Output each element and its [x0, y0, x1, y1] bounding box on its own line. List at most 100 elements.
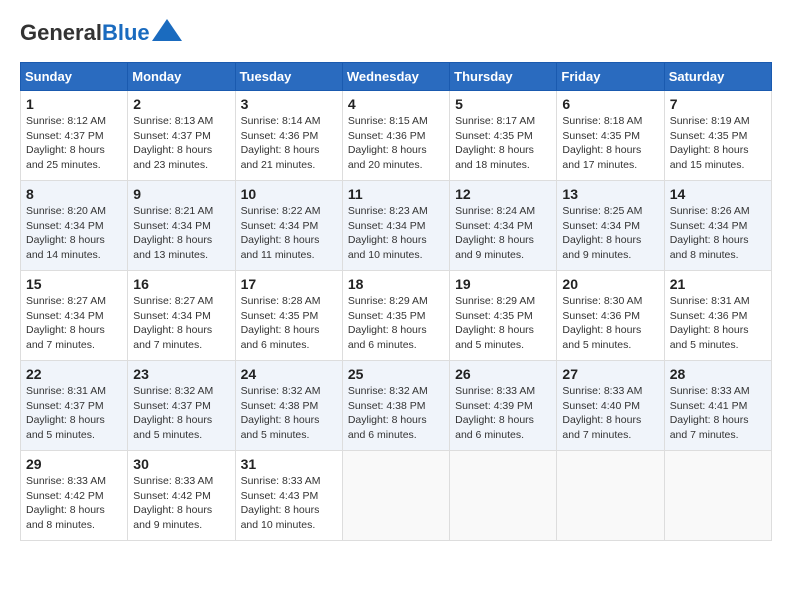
calendar-table: SundayMondayTuesdayWednesdayThursdayFrid…	[20, 62, 772, 541]
weekday-header: Monday	[128, 63, 235, 91]
calendar-week-row: 22 Sunrise: 8:31 AMSunset: 4:37 PMDayligh…	[21, 361, 772, 451]
day-info: Sunrise: 8:18 AMSunset: 4:35 PMDaylight:…	[562, 114, 658, 173]
logo-icon	[152, 19, 182, 41]
calendar-cell: 23Sunrise: 8:32 AMSunset: 4:37 PMDayligh…	[128, 361, 235, 451]
day-info: Sunrise: 8:22 AMSunset: 4:34 PMDaylight:…	[241, 204, 337, 263]
day-info: Sunrise: 8:32 AMSunset: 4:38 PMDaylight:…	[348, 384, 444, 443]
day-info: Sunrise: 8:27 AMSunset: 4:34 PMDaylight:…	[26, 294, 122, 353]
weekday-header: Tuesday	[235, 63, 342, 91]
day-number: 30	[133, 456, 229, 472]
day-number: 9	[133, 186, 229, 202]
calendar-cell: 25 Sunrise: 8:32 AMSunset: 4:38 PMDayligh…	[342, 361, 449, 451]
day-number: 21	[670, 276, 766, 292]
logo-text: GeneralBlue	[20, 20, 150, 46]
calendar-header-row: SundayMondayTuesdayWednesdayThursdayFrid…	[21, 63, 772, 91]
calendar-cell: 5Sunrise: 8:17 AMSunset: 4:35 PMDaylight…	[450, 91, 557, 181]
day-info: Sunrise: 8:33 AMSunset: 4:39 PMDaylight:…	[455, 384, 551, 443]
calendar-week-row: 15 Sunrise: 8:27 AMSunset: 4:34 PMDayligh…	[21, 271, 772, 361]
calendar-cell: 21 Sunrise: 8:31 AMSunset: 4:36 PMDayligh…	[664, 271, 771, 361]
day-info: Sunrise: 8:33 AMSunset: 4:43 PMDaylight:…	[241, 474, 337, 533]
calendar-cell	[342, 451, 449, 541]
calendar-cell: 27 Sunrise: 8:33 AMSunset: 4:40 PMDayligh…	[557, 361, 664, 451]
calendar-cell: 9 Sunrise: 8:21 AMSunset: 4:34 PMDaylight…	[128, 181, 235, 271]
day-info: Sunrise: 8:13 AMSunset: 4:37 PMDaylight:…	[133, 114, 229, 173]
calendar-cell: 26 Sunrise: 8:33 AMSunset: 4:39 PMDayligh…	[450, 361, 557, 451]
day-info: Sunrise: 8:24 AMSunset: 4:34 PMDaylight:…	[455, 204, 551, 263]
calendar-cell: 20 Sunrise: 8:30 AMSunset: 4:36 PMDayligh…	[557, 271, 664, 361]
calendar-cell: 24 Sunrise: 8:32 AMSunset: 4:38 PMDayligh…	[235, 361, 342, 451]
calendar-cell: 31 Sunrise: 8:33 AMSunset: 4:43 PMDayligh…	[235, 451, 342, 541]
day-number: 29	[26, 456, 122, 472]
weekday-header: Thursday	[450, 63, 557, 91]
day-number: 19	[455, 276, 551, 292]
day-info: Sunrise: 8:32 AMSunset: 4:37 PMDaylight:…	[133, 384, 229, 443]
weekday-header: Sunday	[21, 63, 128, 91]
calendar-cell: 6 Sunrise: 8:18 AMSunset: 4:35 PMDaylight…	[557, 91, 664, 181]
day-info: Sunrise: 8:31 AMSunset: 4:37 PMDaylight:…	[26, 384, 122, 443]
day-number: 22	[26, 366, 122, 382]
day-number: 2	[133, 96, 229, 112]
calendar-cell: 1 Sunrise: 8:12 AMSunset: 4:37 PMDaylight…	[21, 91, 128, 181]
calendar-cell: 3 Sunrise: 8:14 AMSunset: 4:36 PMDaylight…	[235, 91, 342, 181]
calendar-cell: 15 Sunrise: 8:27 AMSunset: 4:34 PMDayligh…	[21, 271, 128, 361]
day-number: 3	[241, 96, 337, 112]
day-info: Sunrise: 8:30 AMSunset: 4:36 PMDaylight:…	[562, 294, 658, 353]
day-info: Sunrise: 8:21 AMSunset: 4:34 PMDaylight:…	[133, 204, 229, 263]
day-number: 13	[562, 186, 658, 202]
day-number: 28	[670, 366, 766, 382]
day-info: Sunrise: 8:31 AMSunset: 4:36 PMDaylight:…	[670, 294, 766, 353]
calendar-cell: 17Sunrise: 8:28 AMSunset: 4:35 PMDayligh…	[235, 271, 342, 361]
page-header: GeneralBlue	[20, 20, 772, 46]
calendar-week-row: 29 Sunrise: 8:33 AMSunset: 4:42 PMDayligh…	[21, 451, 772, 541]
calendar-cell: 22 Sunrise: 8:31 AMSunset: 4:37 PMDayligh…	[21, 361, 128, 451]
day-number: 18	[348, 276, 444, 292]
calendar-cell: 16 Sunrise: 8:27 AMSunset: 4:34 PMDayligh…	[128, 271, 235, 361]
day-number: 7	[670, 96, 766, 112]
day-info: Sunrise: 8:33 AMSunset: 4:42 PMDaylight:…	[26, 474, 122, 533]
calendar-cell: 28Sunrise: 8:33 AMSunset: 4:41 PMDayligh…	[664, 361, 771, 451]
day-number: 12	[455, 186, 551, 202]
day-info: Sunrise: 8:26 AMSunset: 4:34 PMDaylight:…	[670, 204, 766, 263]
calendar-cell: 13 Sunrise: 8:25 AMSunset: 4:34 PMDayligh…	[557, 181, 664, 271]
day-number: 14	[670, 186, 766, 202]
day-info: Sunrise: 8:17 AMSunset: 4:35 PMDaylight:…	[455, 114, 551, 173]
calendar-cell: 11 Sunrise: 8:23 AMSunset: 4:34 PMDayligh…	[342, 181, 449, 271]
day-number: 17	[241, 276, 337, 292]
day-info: Sunrise: 8:12 AMSunset: 4:37 PMDaylight:…	[26, 114, 122, 173]
calendar-cell: 30 Sunrise: 8:33 AMSunset: 4:42 PMDayligh…	[128, 451, 235, 541]
day-info: Sunrise: 8:33 AMSunset: 4:40 PMDaylight:…	[562, 384, 658, 443]
day-number: 25	[348, 366, 444, 382]
weekday-header: Wednesday	[342, 63, 449, 91]
day-info: Sunrise: 8:25 AMSunset: 4:34 PMDaylight:…	[562, 204, 658, 263]
day-number: 4	[348, 96, 444, 112]
day-number: 15	[26, 276, 122, 292]
calendar-week-row: 1 Sunrise: 8:12 AMSunset: 4:37 PMDaylight…	[21, 91, 772, 181]
calendar-cell: 2 Sunrise: 8:13 AMSunset: 4:37 PMDaylight…	[128, 91, 235, 181]
day-number: 11	[348, 186, 444, 202]
calendar-cell: 12 Sunrise: 8:24 AMSunset: 4:34 PMDayligh…	[450, 181, 557, 271]
day-info: Sunrise: 8:29 AMSunset: 4:35 PMDaylight:…	[455, 294, 551, 353]
day-info: Sunrise: 8:14 AMSunset: 4:36 PMDaylight:…	[241, 114, 337, 173]
day-number: 10	[241, 186, 337, 202]
day-number: 6	[562, 96, 658, 112]
day-number: 26	[455, 366, 551, 382]
day-info: Sunrise: 8:23 AMSunset: 4:34 PMDaylight:…	[348, 204, 444, 263]
weekday-header: Friday	[557, 63, 664, 91]
calendar-week-row: 8Sunrise: 8:20 AMSunset: 4:34 PMDaylight…	[21, 181, 772, 271]
day-number: 20	[562, 276, 658, 292]
calendar-cell	[450, 451, 557, 541]
day-info: Sunrise: 8:27 AMSunset: 4:34 PMDaylight:…	[133, 294, 229, 353]
day-number: 8	[26, 186, 122, 202]
day-number: 24	[241, 366, 337, 382]
day-number: 27	[562, 366, 658, 382]
day-info: Sunrise: 8:33 AMSunset: 4:42 PMDaylight:…	[133, 474, 229, 533]
logo: GeneralBlue	[20, 20, 182, 46]
day-number: 1	[26, 96, 122, 112]
day-info: Sunrise: 8:32 AMSunset: 4:38 PMDaylight:…	[241, 384, 337, 443]
day-number: 31	[241, 456, 337, 472]
calendar-cell: 7Sunrise: 8:19 AMSunset: 4:35 PMDaylight…	[664, 91, 771, 181]
day-number: 16	[133, 276, 229, 292]
calendar-cell: 8Sunrise: 8:20 AMSunset: 4:34 PMDaylight…	[21, 181, 128, 271]
calendar-cell: 4Sunrise: 8:15 AMSunset: 4:36 PMDaylight…	[342, 91, 449, 181]
calendar-cell: 19 Sunrise: 8:29 AMSunset: 4:35 PMDayligh…	[450, 271, 557, 361]
